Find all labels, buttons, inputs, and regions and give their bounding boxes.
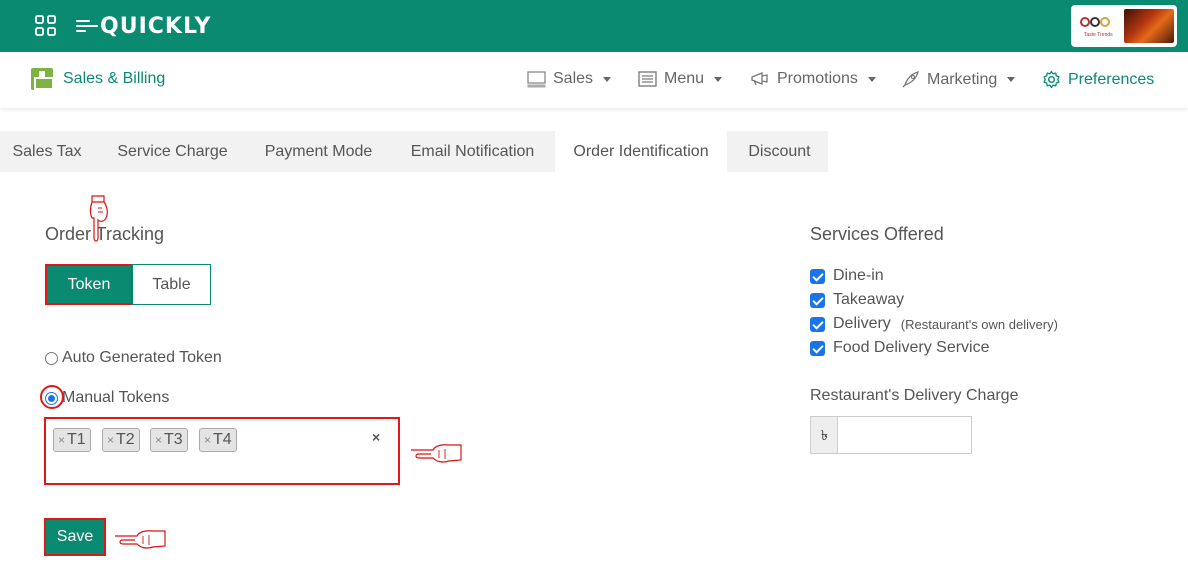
token-button[interactable]: Token xyxy=(45,264,133,305)
list-icon xyxy=(638,71,657,87)
token-tag-label: T2 xyxy=(116,431,135,448)
tab-order-identification[interactable]: Order Identification xyxy=(555,131,727,172)
delivery-checkbox[interactable] xyxy=(810,316,825,332)
restaurant-photo xyxy=(1124,9,1174,43)
nav-marketing[interactable]: Marketing xyxy=(901,70,1016,89)
app-title-label: Sales & Billing xyxy=(63,70,166,87)
nav-sales[interactable]: Sales xyxy=(527,70,612,88)
delivery-charge-input[interactable] xyxy=(837,416,972,454)
clear-all-icon[interactable]: × xyxy=(372,429,380,445)
nav-sales-label: Sales xyxy=(553,70,594,87)
top-bar: QUICKLY Taste Trends xyxy=(0,0,1188,52)
nav-menu[interactable]: Menu xyxy=(638,70,723,88)
monitor-icon xyxy=(527,70,546,87)
auto-token-option[interactable]: Auto Generated Token xyxy=(45,349,222,367)
manual-tokens-input[interactable]: × T1 × T2 × T3 × T4 × xyxy=(44,417,400,485)
save-button[interactable]: Save xyxy=(44,518,106,556)
delivery-note: (Restaurant's own delivery) xyxy=(900,316,1058,332)
chevron-down-icon xyxy=(603,76,612,82)
tab-payment-mode[interactable]: Payment Mode xyxy=(246,131,391,172)
chevron-down-icon xyxy=(867,76,876,82)
nav-preferences[interactable]: Preferences xyxy=(1042,70,1154,89)
tab-email-notification[interactable]: Email Notification xyxy=(391,131,554,172)
tab-discount[interactable]: Discount xyxy=(728,131,831,172)
chevron-down-icon xyxy=(714,76,723,82)
remove-tag-icon[interactable]: × xyxy=(155,433,162,447)
nav-preferences-label: Preferences xyxy=(1068,70,1155,88)
service-dine-in[interactable]: Dine-in xyxy=(810,267,884,285)
token-tag-label: T3 xyxy=(164,431,183,448)
auto-token-radio[interactable] xyxy=(45,351,58,365)
secondary-nav: Sales & Billing Sales Menu Promotions Ma… xyxy=(0,52,1188,108)
tab-sales-tax[interactable]: Sales Tax xyxy=(0,131,94,172)
radio-highlight-circle xyxy=(40,385,64,409)
pointing-hand-down-icon xyxy=(89,195,108,242)
dine-in-label: Dine-in xyxy=(833,267,884,284)
logo-text: QUICKLY xyxy=(100,13,212,39)
service-takeaway[interactable]: Takeaway xyxy=(810,291,904,309)
restaurant-logo: Taste Trends xyxy=(1074,8,1120,44)
service-delivery[interactable]: Delivery (Restaurant's own delivery) xyxy=(810,315,1058,333)
remove-tag-icon[interactable]: × xyxy=(58,433,65,447)
token-tag-label: T1 xyxy=(67,431,86,448)
apps-grid-icon[interactable] xyxy=(35,15,57,37)
nav-promotions[interactable]: Promotions xyxy=(750,70,876,88)
restaurant-brand[interactable]: Taste Trends xyxy=(1071,5,1177,47)
remove-tag-icon[interactable]: × xyxy=(107,433,114,447)
food-delivery-checkbox[interactable] xyxy=(810,340,825,356)
tab-service-charge[interactable]: Service Charge xyxy=(99,131,246,172)
megaphone-icon xyxy=(751,72,768,86)
dine-in-checkbox[interactable] xyxy=(810,268,825,284)
token-tag-label: T4 xyxy=(213,431,232,448)
auto-token-label: Auto Generated Token xyxy=(62,349,222,366)
services-offered-title: Services Offered xyxy=(810,224,944,244)
food-delivery-label: Food Delivery Service xyxy=(833,339,990,356)
cash-register-icon xyxy=(31,68,54,90)
nav-menu-label: Menu xyxy=(664,70,705,87)
token-tag[interactable]: × T2 xyxy=(102,428,140,452)
quickly-logo[interactable]: QUICKLY xyxy=(76,10,211,42)
token-tag[interactable]: × T1 xyxy=(53,428,91,452)
takeaway-checkbox[interactable] xyxy=(810,292,825,308)
rocket-icon xyxy=(902,71,919,88)
service-food-delivery[interactable]: Food Delivery Service xyxy=(810,339,990,357)
nav-marketing-label: Marketing xyxy=(927,70,998,88)
table-button[interactable]: Table xyxy=(132,264,211,305)
delivery-label: Delivery xyxy=(833,315,891,332)
nav-promotions-label: Promotions xyxy=(777,70,858,87)
takeaway-label: Takeaway xyxy=(833,291,905,308)
currency-symbol: ৳ xyxy=(810,416,838,454)
token-tag[interactable]: × T4 xyxy=(199,428,237,452)
token-tag[interactable]: × T3 xyxy=(150,428,188,452)
app-title[interactable]: Sales & Billing xyxy=(31,68,165,90)
remove-tag-icon[interactable]: × xyxy=(204,433,211,447)
delivery-charge-label: Restaurant's Delivery Charge xyxy=(810,387,1019,404)
pointing-hand-left-icon xyxy=(411,444,462,463)
restaurant-logo-text: Taste Trends xyxy=(1084,32,1113,38)
pointing-hand-left-icon xyxy=(115,530,166,549)
chevron-down-icon xyxy=(1007,77,1016,82)
gear-icon xyxy=(1043,70,1060,89)
manual-token-label: Manual Tokens xyxy=(62,389,170,406)
speed-lines-icon xyxy=(76,20,98,32)
